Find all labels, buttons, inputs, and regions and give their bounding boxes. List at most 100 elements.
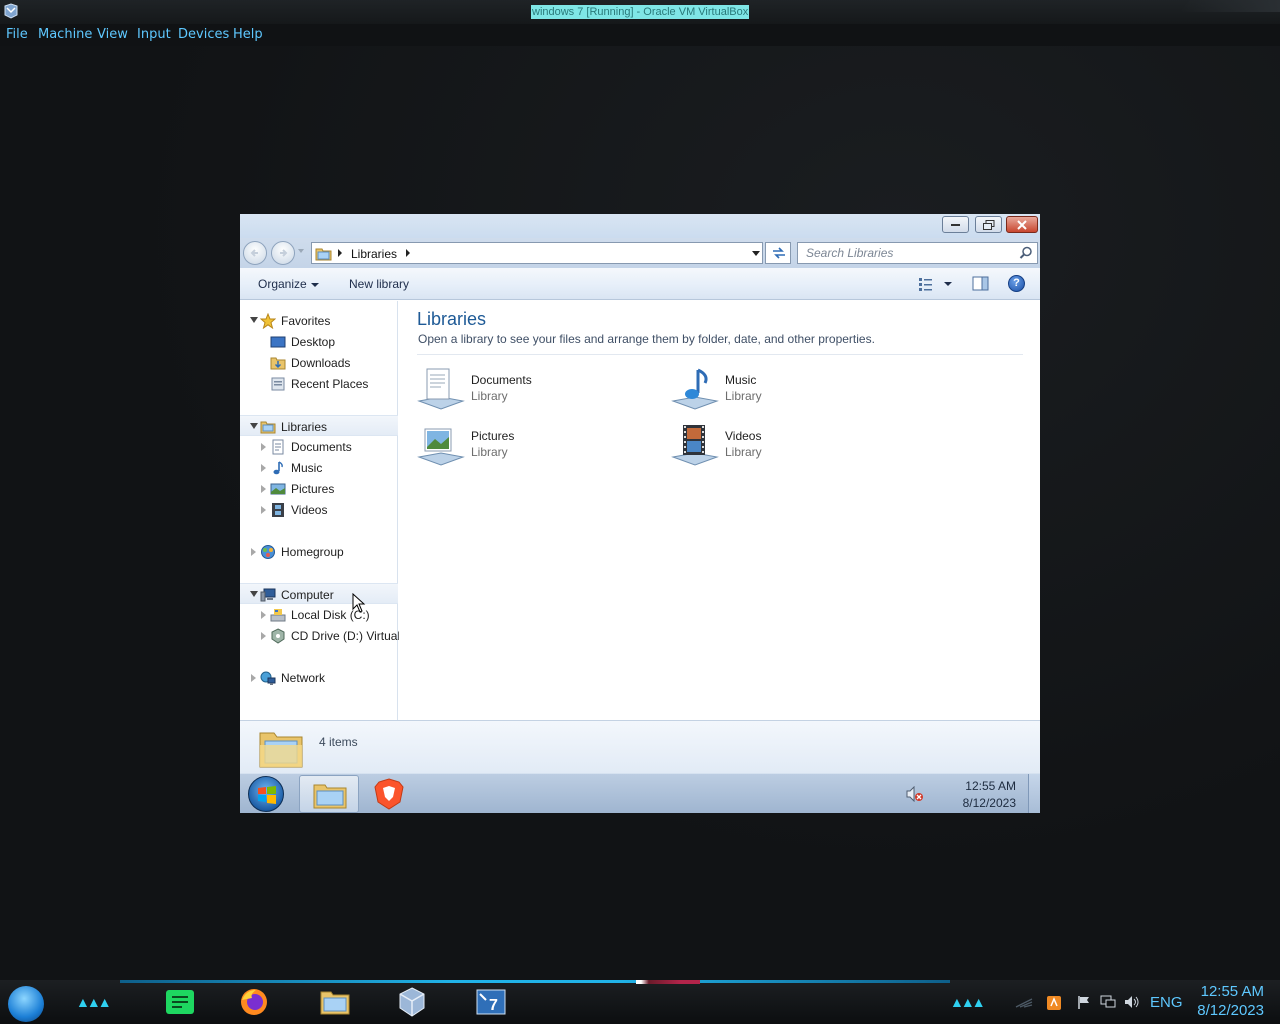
breadcrumb-chevron-icon[interactable] xyxy=(338,249,342,257)
explorer-titlebar[interactable] xyxy=(240,214,1040,238)
library-name: Music xyxy=(725,373,757,387)
host-menu-input[interactable]: Input xyxy=(137,27,171,42)
network-tray-icon[interactable] xyxy=(1100,995,1116,1009)
host-clock-date[interactable]: 8/12/2023 xyxy=(1190,1002,1264,1019)
nav-item-desktop[interactable]: Desktop xyxy=(240,331,398,352)
expand-arrow-icon[interactable] xyxy=(261,506,266,514)
host-menu-devices[interactable]: Devices xyxy=(178,27,229,42)
keyboard-language[interactable]: ENG xyxy=(1150,994,1183,1011)
tray-app-icon[interactable] xyxy=(1046,995,1062,1011)
start-button[interactable] xyxy=(248,776,284,812)
flag-icon[interactable] xyxy=(1077,995,1091,1009)
navigation-pane: Favorites Desktop Downloads Recent Place… xyxy=(240,301,401,720)
libraries-folder-icon xyxy=(260,421,276,434)
nav-item-network[interactable]: Network xyxy=(240,667,398,688)
close-icon xyxy=(1017,219,1027,230)
content-pane[interactable]: Libraries Open a library to see your fil… xyxy=(399,301,1040,720)
organize-dropdown-icon[interactable] xyxy=(311,283,319,287)
forward-button[interactable] xyxy=(271,241,295,265)
restore-button[interactable] xyxy=(975,216,1002,233)
documents-icon xyxy=(272,439,284,455)
windows7-vm-icon[interactable]: 7 xyxy=(475,986,507,1018)
nav-item-cd-drive[interactable]: CD Drive (D:) Virtual xyxy=(240,625,401,646)
organize-button[interactable]: Organize xyxy=(258,277,307,291)
guest-clock-time[interactable]: 12:55 AM xyxy=(940,779,1016,793)
nav-item-downloads[interactable]: Downloads xyxy=(240,352,398,373)
downloads-folder-icon xyxy=(270,357,286,370)
host-titlebar: windows 7 [Running] - Oracle VM VirtualB… xyxy=(0,0,1280,24)
search-icon[interactable] xyxy=(1019,246,1033,260)
recent-places-icon xyxy=(271,377,285,391)
host-menu-file[interactable]: File xyxy=(6,27,28,42)
expand-arrow-icon[interactable] xyxy=(261,464,266,472)
nav-item-homegroup[interactable]: Homegroup xyxy=(240,541,398,562)
guest-clock-date[interactable]: 8/12/2023 xyxy=(940,796,1016,810)
recent-pages-dropdown[interactable] xyxy=(298,249,304,253)
volume-muted-icon[interactable] xyxy=(906,786,924,802)
search-box[interactable] xyxy=(797,242,1038,264)
nav-item-local-disk[interactable]: Local Disk (C:) xyxy=(240,604,398,625)
close-button[interactable] xyxy=(1006,216,1038,233)
back-button[interactable] xyxy=(243,241,267,265)
speaker-icon[interactable] xyxy=(1124,995,1140,1009)
library-tile-pictures[interactable]: Pictures Library xyxy=(417,423,657,473)
nav-item-computer[interactable]: Computer xyxy=(240,583,398,604)
nav-item-recent-places[interactable]: Recent Places xyxy=(240,373,398,394)
virtualbox-icon[interactable] xyxy=(396,986,428,1018)
collapse-arrow-icon[interactable] xyxy=(250,423,258,429)
expand-arrow-icon[interactable] xyxy=(261,611,266,619)
minimize-button[interactable] xyxy=(942,216,969,233)
preview-pane-icon[interactable] xyxy=(972,276,990,292)
nav-item-music[interactable]: Music xyxy=(240,457,398,478)
search-input[interactable] xyxy=(798,243,1013,263)
minimize-icon xyxy=(950,223,960,226)
breadcrumb-chevron-icon[interactable] xyxy=(406,249,410,257)
library-tile-music[interactable]: Music Library xyxy=(671,367,911,417)
library-name: Videos xyxy=(725,429,762,443)
host-menu-view[interactable]: View xyxy=(97,27,128,42)
new-library-button[interactable]: New library xyxy=(349,277,409,291)
expand-arrow-icon[interactable] xyxy=(251,674,256,682)
address-history-dropdown[interactable] xyxy=(752,251,760,256)
pictures-icon xyxy=(270,483,286,495)
expand-arrow-icon[interactable] xyxy=(261,443,266,451)
file-manager-icon[interactable] xyxy=(319,986,351,1018)
nav-item-libraries[interactable]: Libraries xyxy=(240,415,398,436)
tray-lines-icon[interactable] xyxy=(1014,995,1034,1009)
film-strip-icon xyxy=(272,503,284,517)
star-icon xyxy=(260,313,276,329)
chevron-decoration-icon: ▲▲▲ xyxy=(950,994,986,1010)
firefox-icon[interactable] xyxy=(238,986,270,1018)
breadcrumb-libraries[interactable]: Libraries xyxy=(351,247,397,261)
host-clock-time[interactable]: 12:55 AM xyxy=(1190,983,1264,1000)
show-desktop-button[interactable] xyxy=(1028,774,1040,813)
brave-browser-icon[interactable] xyxy=(374,778,404,810)
library-tile-documents[interactable]: Documents Library xyxy=(417,367,657,417)
notes-app-icon[interactable] xyxy=(164,986,196,1018)
address-bar[interactable]: Libraries xyxy=(311,242,763,264)
expand-arrow-icon[interactable] xyxy=(261,485,266,493)
nav-item-documents[interactable]: Documents xyxy=(240,436,398,457)
nav-item-pictures[interactable]: Pictures xyxy=(240,478,398,499)
taskbar-explorer-button[interactable] xyxy=(299,775,359,813)
expand-arrow-icon[interactable] xyxy=(261,632,266,640)
computer-icon xyxy=(260,588,276,602)
divider xyxy=(417,354,1023,355)
nav-label: CD Drive (D:) Virtual xyxy=(291,629,401,643)
virtualbox-app-icon[interactable] xyxy=(3,3,19,19)
host-menu-help[interactable]: Help xyxy=(233,27,263,42)
library-tile-videos[interactable]: Videos Library xyxy=(671,423,911,473)
collapse-arrow-icon[interactable] xyxy=(250,591,258,597)
view-options-dropdown-icon[interactable] xyxy=(944,282,952,286)
nav-item-videos[interactable]: Videos xyxy=(240,499,398,520)
collapse-arrow-icon[interactable] xyxy=(250,317,258,323)
guest-vm-screen[interactable]: Libraries Organize New library xyxy=(240,214,1040,813)
refresh-button[interactable] xyxy=(765,242,791,264)
help-button[interactable]: ? xyxy=(1008,275,1025,292)
library-name: Documents xyxy=(471,373,532,387)
host-menu-machine[interactable]: Machine xyxy=(38,27,92,42)
nav-item-favorites[interactable]: Favorites xyxy=(240,310,398,331)
host-start-button[interactable] xyxy=(8,986,44,1022)
nav-label: Homegroup xyxy=(281,545,344,559)
expand-arrow-icon[interactable] xyxy=(251,548,256,556)
